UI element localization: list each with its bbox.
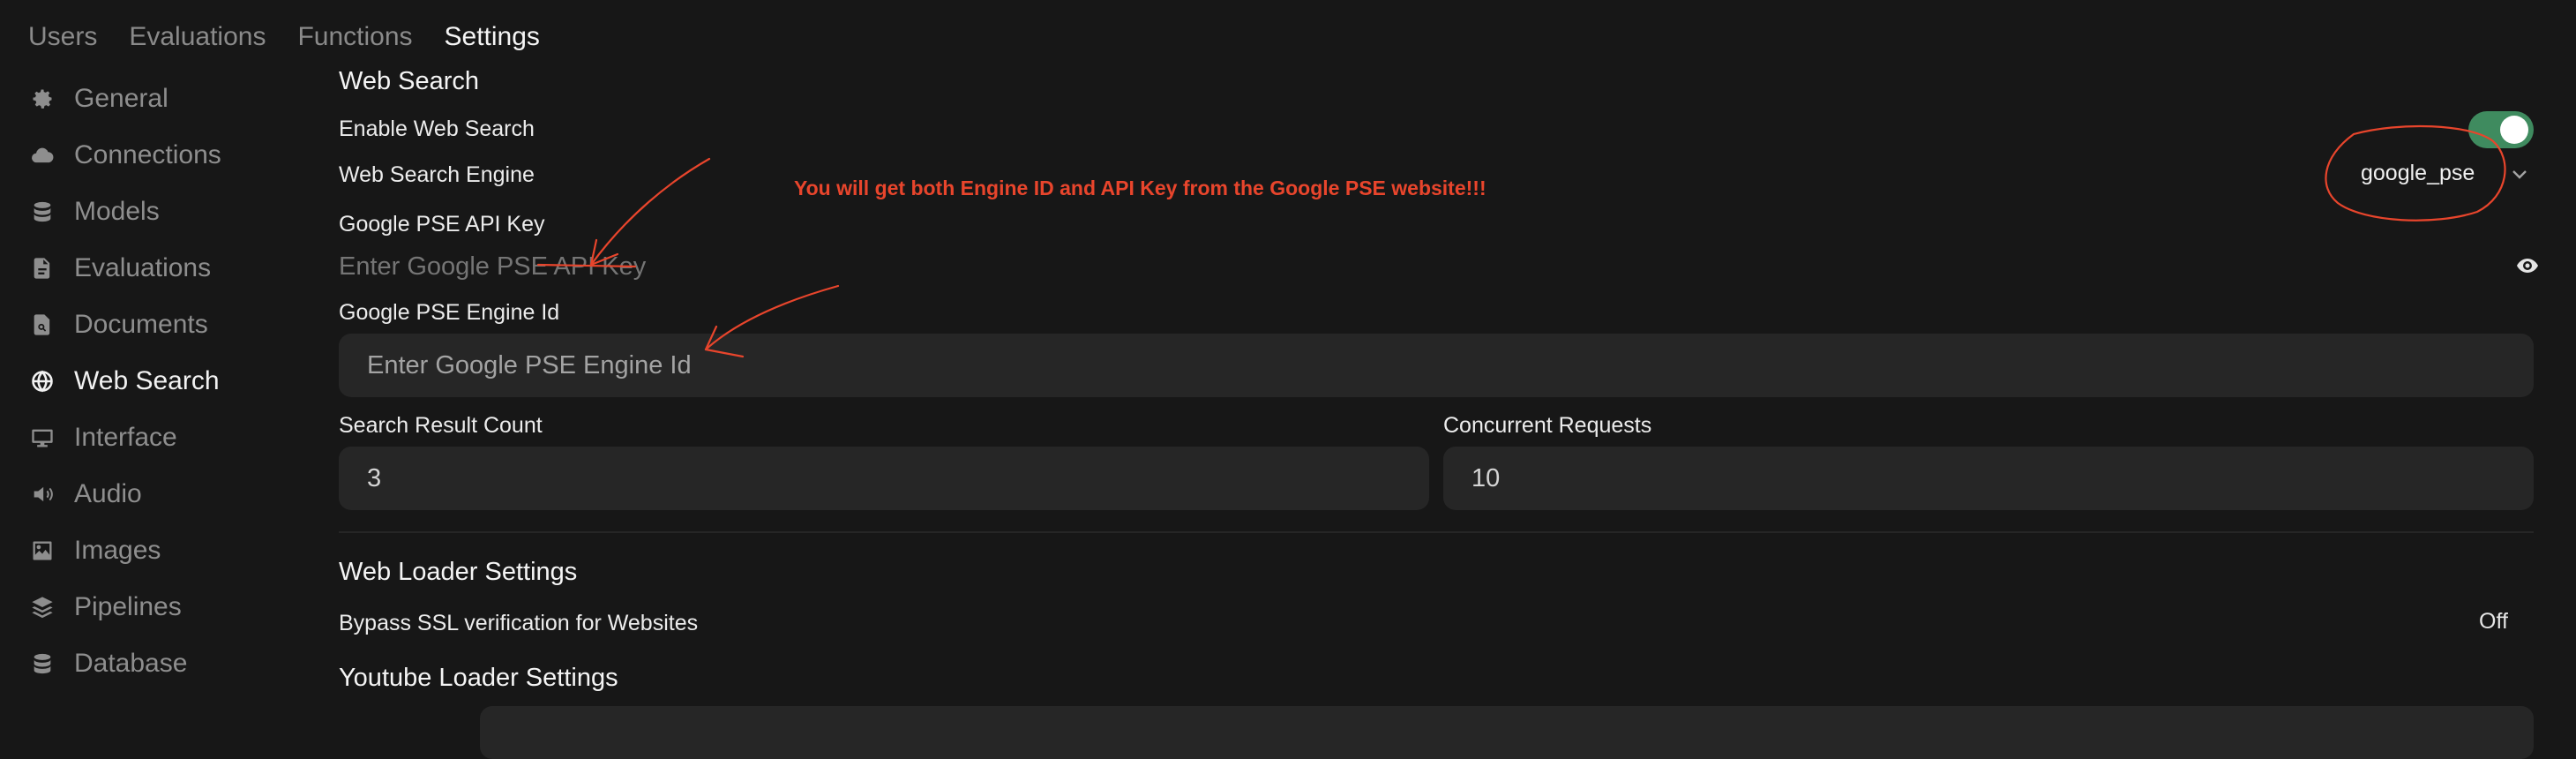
google-pse-engine-id-label: Google PSE Engine Id [339, 300, 560, 325]
web-search-engine-label: Web Search Engine [339, 162, 535, 187]
chevron-down-icon[interactable] [2509, 166, 2530, 184]
eye-icon[interactable] [2516, 256, 2539, 275]
document-icon [34, 258, 50, 279]
google-pse-api-key-label: Google PSE API Key [339, 212, 545, 237]
youtube-language-input[interactable] [480, 706, 2534, 759]
sidebar-item-models[interactable]: Models [30, 184, 295, 240]
sidebar-item-interface[interactable]: Interface [30, 410, 295, 466]
sidebar-item-documents[interactable]: Documents [30, 297, 295, 353]
google-pse-api-key-input[interactable] [339, 249, 2456, 284]
sidebar-item-pipelines[interactable]: Pipelines [30, 579, 295, 635]
tab-evaluations[interactable]: Evaluations [129, 19, 266, 55]
annotation-note: You will get both Engine ID and API Key … [794, 177, 1486, 199]
sidebar-item-label: Documents [74, 310, 208, 339]
tab-users[interactable]: Users [28, 19, 97, 55]
concurrent-requests-label: Concurrent Requests [1443, 413, 1652, 438]
web-loader-settings-title: Web Loader Settings [339, 558, 578, 586]
sidebar-item-connections[interactable]: Connections [30, 127, 295, 184]
cloud-icon [32, 147, 54, 163]
sidebar-item-label: Models [74, 197, 160, 226]
sidebar-item-audio[interactable]: Audio [30, 466, 295, 522]
search-result-count-label: Search Result Count [339, 413, 543, 438]
sidebar-item-label: Connections [74, 140, 221, 169]
database-icon [34, 201, 51, 222]
sidebar-item-web-search[interactable]: Web Search [30, 353, 295, 410]
toggle-knob [2500, 116, 2528, 144]
sidebar-item-general[interactable]: General [30, 71, 295, 127]
sidebar-item-label: Audio [74, 479, 142, 508]
layers-icon [32, 597, 53, 619]
sidebar-item-label: General [74, 84, 168, 113]
sidebar-item-evaluations[interactable]: Evaluations [30, 240, 295, 297]
bypass-ssl-toggle-button[interactable]: Off [2479, 609, 2508, 635]
sidebar-item-label: Web Search [74, 366, 220, 395]
concurrent-requests-input[interactable]: 10 [1443, 447, 2534, 510]
monitor-icon [32, 429, 53, 447]
google-pse-engine-id-input[interactable]: Enter Google PSE Engine Id [339, 334, 2534, 397]
document-search-icon [34, 314, 50, 335]
sidebar-item-label: Database [74, 649, 188, 678]
youtube-loader-settings-title: Youtube Loader Settings [339, 664, 618, 692]
sidebar-item-label: Pipelines [74, 592, 182, 621]
enable-web-search-toggle[interactable] [2468, 111, 2534, 148]
settings-sidebar: General Connections Models Evaluations D… [30, 71, 295, 692]
sidebar-item-database[interactable]: Database [30, 635, 295, 692]
sidebar-item-label: Interface [74, 423, 177, 452]
database-icon [34, 653, 51, 674]
speaker-icon [34, 486, 53, 502]
sidebar-item-label: Evaluations [74, 253, 212, 282]
sidebar-item-images[interactable]: Images [30, 522, 295, 579]
web-search-settings: Web Search Enable Web Search Web Search … [339, 0, 2538, 759]
section-divider [339, 531, 2534, 533]
search-result-count-input[interactable]: 3 [339, 447, 1429, 510]
section-title: Web Search [339, 67, 480, 95]
image-icon [33, 541, 52, 560]
sidebar-item-label: Images [74, 536, 161, 565]
gear-icon [33, 89, 52, 109]
globe-icon [32, 370, 53, 393]
engine-select-value[interactable]: google_pse [2361, 161, 2475, 186]
bypass-ssl-label: Bypass SSL verification for Websites [339, 611, 699, 635]
enable-web-search-label: Enable Web Search [339, 116, 535, 141]
